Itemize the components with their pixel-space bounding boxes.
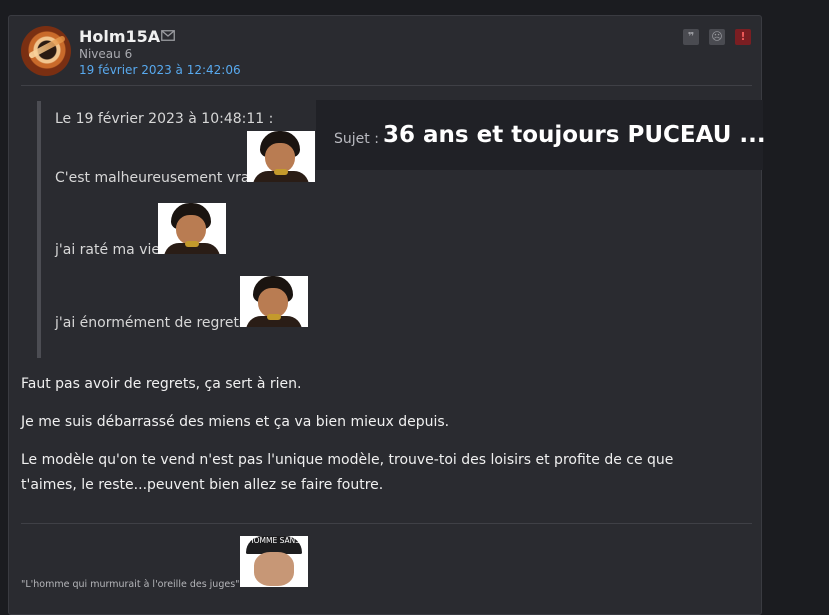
author-name[interactable]: Holm15A bbox=[79, 27, 160, 46]
post-paragraph: Faut pas avoir de regrets, ça sert à rie… bbox=[21, 376, 302, 392]
quote-block: Le 19 février 2023 à 10:48:11 : C'est ma… bbox=[37, 101, 317, 358]
sad-face-icon[interactable]: ☹ bbox=[709, 29, 725, 45]
sticker-image bbox=[158, 203, 226, 254]
quote-line: j'ai raté ma vie bbox=[55, 242, 160, 258]
post-paragraph: Le modèle qu'on te vend n'est pas l'uniq… bbox=[21, 452, 674, 493]
post-paragraph: Je me suis débarrassé des miens et ça va… bbox=[21, 414, 450, 430]
divider bbox=[21, 85, 752, 86]
mail-icon[interactable] bbox=[161, 30, 175, 41]
topic-title: 36 ans et toujours PUCEAU ... bbox=[383, 122, 766, 148]
sticker-image bbox=[240, 276, 308, 327]
post-date-link[interactable]: 19 février 2023 à 12:42:06 bbox=[79, 63, 241, 77]
signature-divider bbox=[21, 523, 752, 524]
quote-line: j'ai énormément de regrets bbox=[55, 315, 247, 331]
alert-icon[interactable]: ! bbox=[735, 29, 751, 45]
signature-image: HOMME SANS bbox=[240, 536, 308, 587]
sticker-image bbox=[247, 131, 315, 182]
avatar[interactable] bbox=[21, 26, 71, 76]
avatar-graphic bbox=[27, 34, 67, 60]
subject-label: Sujet : bbox=[334, 131, 379, 147]
quote-header: Le 19 février 2023 à 10:48:11 : bbox=[55, 111, 274, 127]
quote-icon[interactable]: ❞ bbox=[683, 29, 699, 45]
signature-image-caption: HOMME SANS bbox=[247, 536, 300, 545]
quote-line: C'est malheureusement vrai bbox=[55, 170, 254, 186]
author-level: Niveau 6 bbox=[79, 47, 133, 61]
signature-text: "L'homme qui murmurait à l'oreille des j… bbox=[21, 579, 240, 590]
topic-subject-banner: Sujet : 36 ans et toujours PUCEAU ... bbox=[316, 100, 766, 170]
